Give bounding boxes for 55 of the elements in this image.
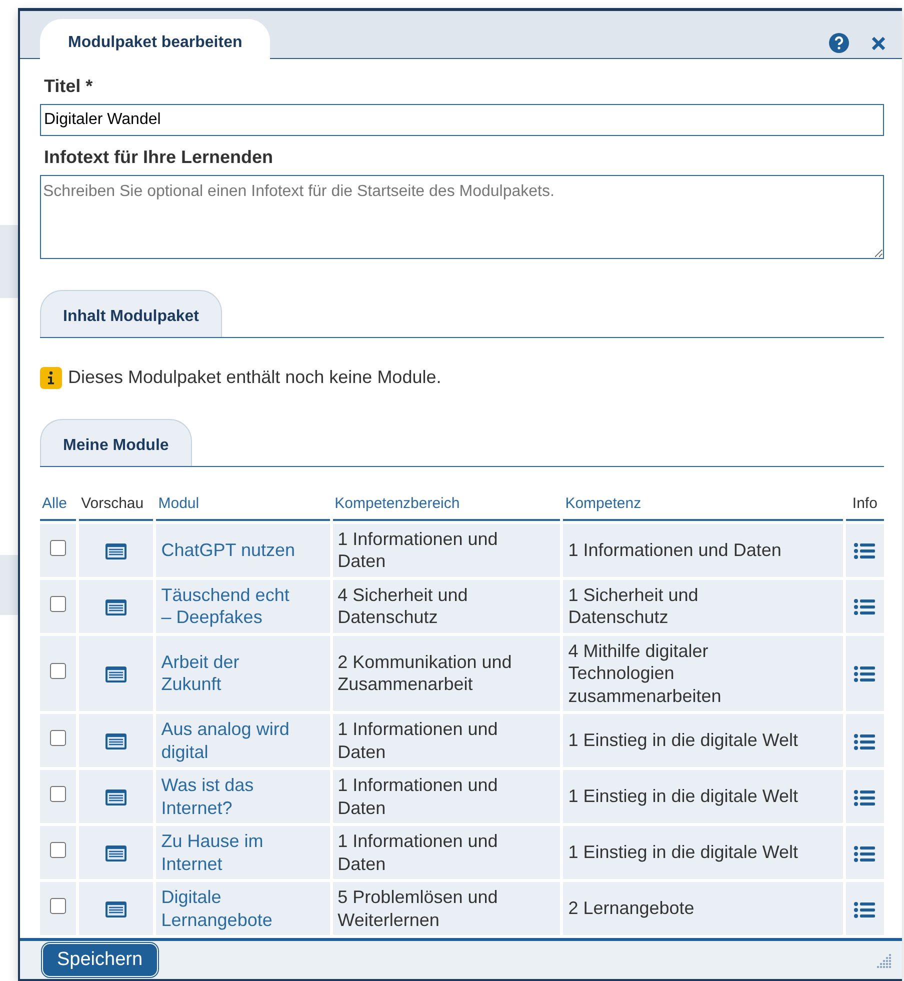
table-cell: 1 Informationen und Daten	[338, 719, 498, 762]
preview-icon[interactable]	[105, 901, 128, 918]
table-cell: 1 Informationen und Daten	[338, 775, 498, 818]
preview-icon[interactable]	[105, 542, 128, 560]
column-header: Vorschau	[79, 490, 154, 521]
table-cell: 1 Einstieg in die digitale Welt	[568, 730, 798, 750]
table-cell: 1 Informationen und Daten	[568, 540, 782, 560]
row-checkbox[interactable]	[50, 663, 66, 680]
field-label: Titel *	[44, 74, 94, 98]
preview-icon[interactable]	[105, 789, 128, 806]
list-icon[interactable]	[854, 846, 876, 862]
list-icon[interactable]	[854, 734, 876, 750]
list-icon[interactable]	[854, 902, 876, 918]
background-panel	[0, 555, 18, 615]
row-checkbox[interactable]	[50, 730, 66, 746]
help-icon[interactable]	[829, 33, 849, 53]
infotext-field[interactable]: Schreiben Sie optional einen Infotext für die Startseite des Modulpakets.	[40, 174, 884, 259]
list-icon[interactable]	[854, 599, 876, 616]
table-cell: 5 Problemlösen und Weiterlernen	[338, 887, 498, 930]
table-cell: 1 Einstieg in die digitale Welt	[568, 786, 798, 806]
table-cell: 1 Sicherheit und Datenschutz	[568, 584, 698, 628]
list-icon[interactable]	[854, 666, 876, 682]
table-cell: 4 Sicherheit und Datenschutz	[338, 584, 468, 628]
notice-text: Dieses Modulpaket enthält noch keine Module.	[68, 366, 442, 390]
row-checkbox[interactable]	[50, 842, 66, 858]
table-cell: 1 Informationen und Daten	[338, 528, 498, 572]
close-icon[interactable]	[871, 36, 886, 50]
resize-grip-icon[interactable]	[874, 951, 892, 969]
preview-icon[interactable]	[105, 733, 128, 750]
modules-tab[interactable]: Meine Module	[40, 419, 192, 466]
select-all-link[interactable]: Alle	[40, 490, 76, 521]
list-icon[interactable]	[854, 543, 876, 560]
table-cell: 4 Mithilfe digitaler Technologien zusammenarbeiten	[568, 640, 722, 706]
row-checkbox[interactable]	[50, 898, 66, 914]
save-button[interactable]: Speichern	[42, 942, 158, 978]
row-checkbox[interactable]	[50, 786, 66, 802]
dialog-tab[interactable]: Modulpaket bearbeiten	[40, 18, 270, 59]
column-header: Kompetenz	[563, 490, 843, 521]
preview-icon[interactable]	[105, 598, 128, 616]
field-label: Infotext für Ihre Lernenden	[44, 146, 274, 169]
preview-icon[interactable]	[105, 666, 128, 683]
table-cell: 1 Einstieg in die digitale Welt	[568, 842, 798, 862]
list-icon[interactable]	[854, 790, 876, 806]
table-cell: 2 Lernangebote	[568, 898, 694, 918]
table-cell: 1 Informationen und Daten	[338, 831, 498, 874]
info-icon	[40, 366, 62, 389]
column-header: Info	[846, 490, 884, 521]
column-header: Kompetenzbereich	[332, 490, 560, 521]
row-checkbox[interactable]	[50, 596, 66, 612]
column-header: Modul	[156, 490, 330, 521]
title-field[interactable]: Digitaler Wandel	[40, 104, 884, 136]
row-checkbox[interactable]	[50, 540, 66, 556]
preview-icon[interactable]	[105, 845, 128, 862]
content-tab[interactable]: Inhalt Modulpaket	[40, 290, 222, 338]
table-cell: 2 Kommunikation und Zusammenarbeit	[338, 652, 512, 694]
